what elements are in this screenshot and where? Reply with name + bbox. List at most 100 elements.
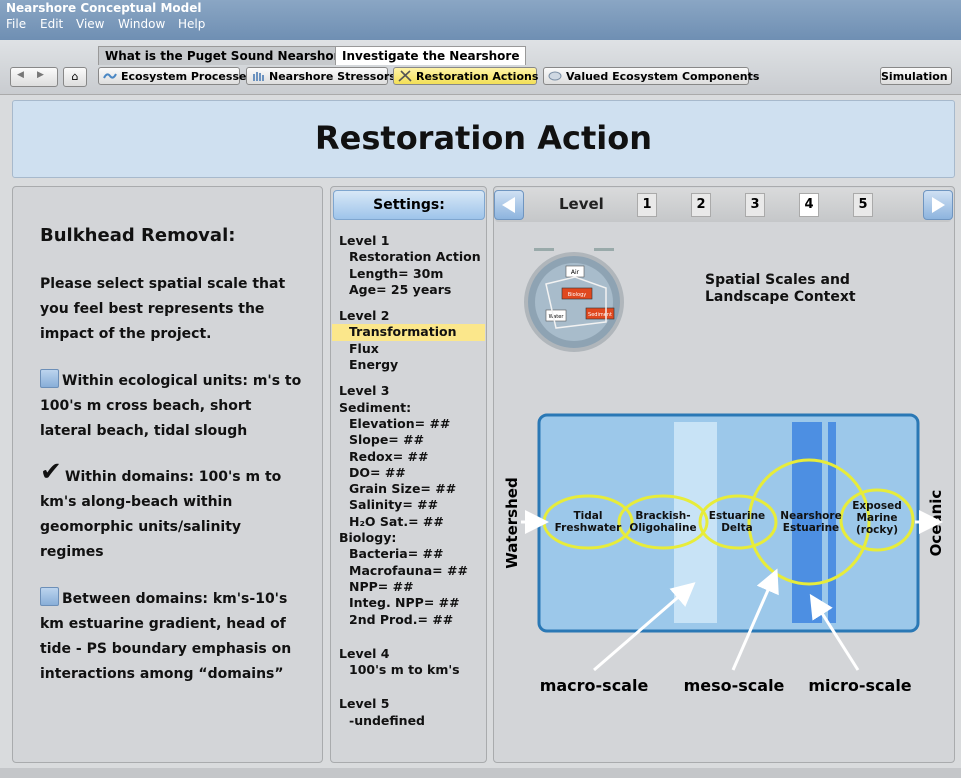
biology-item: 2nd Prod.= ##: [349, 611, 454, 627]
zone-label: (rocky): [856, 524, 898, 536]
sediment-item: Salinity= ##: [349, 497, 439, 513]
option-line: 100's m cross beach, short: [40, 398, 252, 414]
sediment-item: H₂O Sat.= ##: [349, 513, 444, 529]
status-bar: [0, 768, 961, 778]
sediment-item: Redox= ##: [349, 448, 429, 464]
sediment-item: Elevation= ##: [349, 415, 451, 431]
level-tab-1[interactable]: 1: [637, 193, 657, 217]
menu-edit[interactable]: Edit: [40, 17, 63, 31]
diagram-title: Spatial Scales and Landscape Context: [705, 272, 856, 306]
left-triangle-icon: [502, 197, 515, 213]
zone-label: Freshwater: [555, 522, 622, 534]
level4-item: 100's m to km's: [349, 662, 460, 678]
nearshore-stressors-button[interactable]: Nearshore Stressors: [246, 67, 396, 85]
level5-item: -undefined: [349, 712, 426, 728]
zone-label: Brackish-: [635, 510, 690, 522]
zone-label: Nearshore: [780, 510, 841, 522]
back-arrow-icon[interactable]: ◀: [17, 70, 24, 80]
level-tab-4-active[interactable]: 4: [799, 193, 819, 217]
level-tab-3[interactable]: 3: [745, 193, 765, 217]
simulation-button[interactable]: Simulation: [880, 67, 952, 85]
scale-prompt: Please select spatial scale that you fee…: [40, 272, 310, 347]
app-title: Nearshore Conceptual Model: [6, 1, 202, 15]
menu-file[interactable]: File: [6, 17, 26, 31]
level1-item: Restoration Action: [349, 249, 481, 265]
project-heading: Bulkhead Removal:: [40, 225, 236, 246]
menu-window[interactable]: Window: [118, 17, 165, 31]
thumb-sediment-label: Sediment: [588, 312, 612, 318]
restoration-actions-button[interactable]: Restoration Actions: [393, 67, 539, 85]
zone-label: Oligohaline: [629, 522, 696, 534]
level-tab-2[interactable]: 2: [691, 193, 711, 217]
option-line: geomorphic units/salinity: [40, 519, 242, 535]
level1-item: Age= 25 years: [349, 281, 452, 297]
ecosystem-processes-button[interactable]: Ecosystem Processes: [98, 67, 253, 85]
project-panel: Bulkhead Removal: Please select spatial …: [12, 186, 323, 763]
option-line: tide - PS boundary emphasis on: [40, 641, 292, 657]
biology-item: Integ. NPP= ##: [349, 595, 460, 611]
macro-scale-label: macro-scale: [540, 676, 649, 695]
option-within-domains[interactable]: ✔ Within domains: 100's m to km's along-b…: [40, 459, 310, 565]
hand-icon: [253, 72, 264, 81]
valued-ecosystem-components-label: Valued Ecosystem Components: [566, 70, 760, 83]
biology-item: Bacteria= ##: [349, 546, 444, 562]
restoration-actions-label: Restoration Actions: [416, 70, 539, 83]
level4-label: Level 4: [339, 645, 390, 661]
menu-help[interactable]: Help: [178, 17, 205, 31]
sediment-item: Grain Size= ##: [349, 481, 457, 497]
prev-level-button[interactable]: [494, 190, 524, 220]
home-button[interactable]: ⌂: [63, 67, 87, 87]
tab-puget-sound-nearshore[interactable]: What is the Puget Sound Nearshore?: [98, 46, 362, 65]
checkmark-icon[interactable]: ✔: [40, 459, 62, 485]
micro-scale-label: micro-scale: [808, 676, 911, 695]
level1-item: Length= 30m: [349, 265, 444, 281]
next-level-button[interactable]: [923, 190, 953, 220]
option-line: regimes: [40, 544, 104, 560]
menu-view[interactable]: View: [76, 17, 104, 31]
zone-label: Delta: [721, 522, 753, 534]
zone-label: Estuarine: [783, 522, 839, 534]
sediment-item: Slope= ##: [349, 432, 425, 448]
ellipse-icon: [548, 71, 562, 81]
forward-arrow-icon[interactable]: ▶: [37, 70, 44, 80]
home-icon: ⌂: [71, 70, 79, 83]
level1-label: Level 1: [339, 233, 390, 248]
option-line: Between domains: km's-10's: [62, 591, 288, 607]
level2-item[interactable]: Flux: [339, 341, 485, 357]
level3-label: Level 3: [339, 383, 390, 399]
tab-investigate-nearshore[interactable]: Investigate the Nearshore: [335, 46, 527, 65]
back-forward-buttons[interactable]: ◀ ▶: [10, 67, 58, 87]
valued-ecosystem-components-button[interactable]: Valued Ecosystem Components: [543, 67, 759, 85]
zone-label: Marine: [857, 512, 898, 524]
zone-label: Tidal: [574, 510, 603, 522]
sediment-item: DO= ##: [349, 464, 406, 480]
tools-icon: [398, 70, 412, 82]
option-ecological-units[interactable]: Within ecological units: m's to 100's m …: [40, 369, 310, 444]
right-triangle-icon: [932, 197, 945, 213]
level2-item[interactable]: Energy: [339, 357, 485, 373]
checkbox-between-domains[interactable]: [40, 587, 59, 606]
watershed-label: Watershed: [503, 477, 521, 568]
meso-scale-label: meso-scale: [684, 676, 785, 695]
level5-label: Level 5: [339, 696, 390, 712]
biology-label: Biology:: [339, 530, 397, 546]
biology-item: Macrofauna= ##: [349, 562, 468, 578]
zone-label: Estuarine: [709, 510, 765, 522]
scale-prompt-text: Please select spatial scale that you fee…: [40, 276, 286, 342]
page-header: Restoration Action: [12, 100, 955, 178]
option-line: Within ecological units: m's to: [62, 373, 302, 389]
level-tab-5[interactable]: 5: [853, 193, 873, 217]
spatial-scales-diagram: Tidal Freshwater Brackish- Oligohaline E…: [503, 413, 945, 695]
checkbox-ecological-units[interactable]: [40, 369, 59, 388]
settings-list: Level 1 Restoration Action Length= 30m A…: [332, 233, 485, 729]
page-title: Restoration Action: [315, 119, 652, 157]
thumb-biology-label: Biology: [568, 292, 587, 298]
level2-item-selected[interactable]: Transformation: [332, 324, 485, 341]
option-line: Within domains: 100's m to: [65, 469, 282, 485]
option-line: interactions among “domains”: [40, 666, 284, 682]
settings-panel: Settings: Level 1 Restoration Action Len…: [330, 186, 487, 763]
thumbnail-tick: [594, 248, 614, 251]
settings-title: Settings:: [333, 190, 485, 220]
conceptual-model-thumbnail[interactable]: Air Biology Water Sediment: [496, 230, 656, 355]
option-between-domains[interactable]: Between domains: km's-10's km estuarine …: [40, 587, 310, 687]
